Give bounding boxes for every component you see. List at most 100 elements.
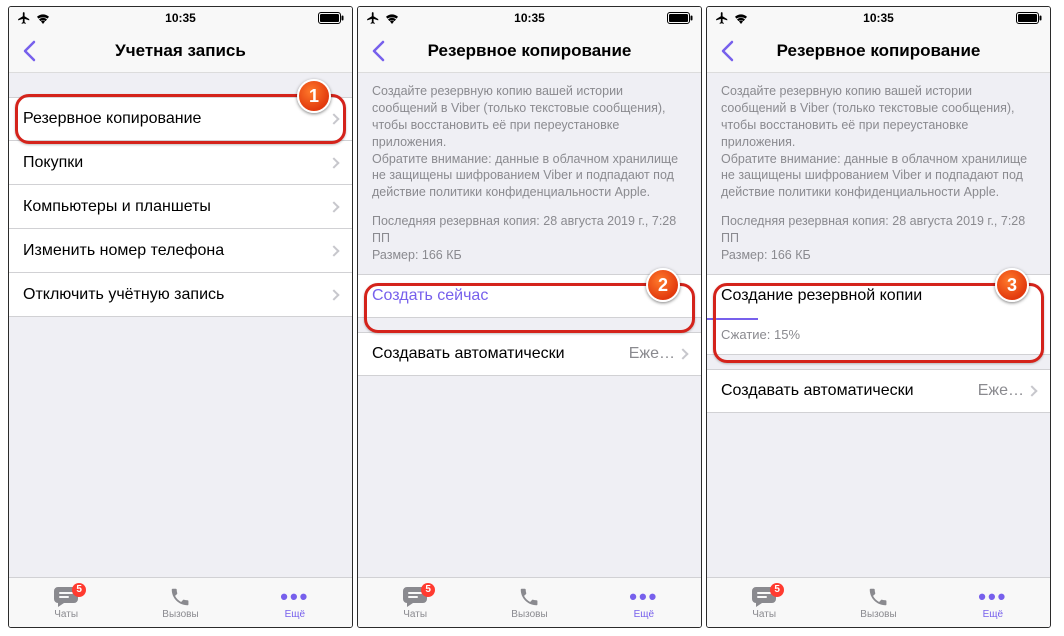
row-label: Отключить учётную запись: [23, 286, 330, 304]
chat-icon: 5: [52, 586, 80, 608]
chats-badge: 5: [421, 583, 435, 597]
tab-more[interactable]: ••• Ещё: [238, 578, 352, 627]
chevron-right-icon: [328, 289, 339, 300]
chats-badge: 5: [770, 583, 784, 597]
tab-more[interactable]: ••• Ещё: [587, 578, 701, 627]
tab-chats[interactable]: 5 Чаты: [358, 578, 472, 627]
row-label: Покупки: [23, 154, 330, 172]
tab-label: Вызовы: [511, 609, 547, 620]
tab-label: Вызовы: [162, 609, 198, 620]
more-icon: •••: [979, 586, 1007, 608]
tab-label: Ещё: [983, 609, 1003, 620]
back-button[interactable]: [707, 29, 747, 73]
last-backup-info: Последняя резервная копия: 28 августа 20…: [707, 205, 1050, 274]
airplane-icon: [17, 11, 31, 25]
chevron-right-icon: [328, 113, 339, 124]
row-backup[interactable]: Резервное копирование: [9, 97, 352, 141]
tab-bar: 5 Чаты Вызовы ••• Ещё: [358, 577, 701, 627]
airplane-icon: [715, 11, 729, 25]
status-bar: 10:35: [707, 7, 1050, 29]
page-title: Резервное копирование: [707, 41, 1050, 61]
status-bar: 10:35: [9, 7, 352, 29]
status-bar: 10:35: [358, 7, 701, 29]
backup-info-text: Создайте резервную копию вашей истории с…: [707, 73, 1050, 205]
row-creating-backup: Создание резервной копии: [707, 274, 1050, 318]
nav-header: Учетная запись: [9, 29, 352, 73]
last-backup-info: Последняя резервная копия: 28 августа 20…: [358, 205, 701, 274]
content-area: Резервное копирование Покупки Компьютеры…: [9, 73, 352, 577]
airplane-icon: [366, 11, 380, 25]
row-auto-backup[interactable]: Создавать автоматически Еже…: [707, 369, 1050, 413]
status-time: 10:35: [514, 11, 545, 25]
tab-bar: 5 Чаты Вызовы ••• Ещё: [707, 577, 1050, 627]
row-create-now[interactable]: Создать сейчас: [358, 274, 701, 318]
tab-label: Чаты: [752, 609, 776, 620]
phone-icon: [864, 586, 892, 608]
chat-icon: 5: [750, 586, 778, 608]
row-value: Еже…: [629, 345, 675, 363]
last-backup-line2: Размер: 166 КБ: [721, 247, 1036, 264]
chevron-right-icon: [328, 157, 339, 168]
content-area: Создайте резервную копию вашей истории с…: [358, 73, 701, 577]
wifi-icon: [733, 12, 749, 24]
battery-icon: [318, 12, 344, 24]
tab-chats[interactable]: 5 Чаты: [9, 578, 123, 627]
row-label: Создавать автоматически: [721, 382, 978, 400]
phone-icon: [515, 586, 543, 608]
progress-text: Сжатие: 15%: [721, 327, 800, 342]
battery-icon: [1016, 12, 1042, 24]
chevron-right-icon: [677, 348, 688, 359]
tab-label: Чаты: [403, 609, 427, 620]
row-label: Изменить номер телефона: [23, 242, 330, 260]
status-time: 10:35: [863, 11, 894, 25]
page-title: Учетная запись: [9, 41, 352, 61]
row-label: Резервное копирование: [23, 110, 330, 128]
more-icon: •••: [630, 586, 658, 608]
wifi-icon: [384, 12, 400, 24]
row-deactivate[interactable]: Отключить учётную запись: [9, 273, 352, 317]
chevron-right-icon: [328, 201, 339, 212]
status-time: 10:35: [165, 11, 196, 25]
page-title: Резервное копирование: [358, 41, 701, 61]
row-value: Еже…: [978, 382, 1024, 400]
row-label: Создавать автоматически: [372, 345, 629, 363]
chats-badge: 5: [72, 583, 86, 597]
wifi-icon: [35, 12, 51, 24]
chat-icon: 5: [401, 586, 429, 608]
row-label: Создание резервной копии: [721, 287, 1036, 305]
tab-label: Чаты: [54, 609, 78, 620]
tab-calls[interactable]: Вызовы: [472, 578, 586, 627]
progress-row: Сжатие: 15%: [707, 318, 1050, 355]
back-button[interactable]: [358, 29, 398, 73]
content-area: Создайте резервную копию вашей истории с…: [707, 73, 1050, 577]
row-change-number[interactable]: Изменить номер телефона: [9, 229, 352, 273]
tab-bar: 5 Чаты Вызовы ••• Ещё: [9, 577, 352, 627]
row-label: Создать сейчас: [372, 287, 687, 305]
tab-calls[interactable]: Вызовы: [123, 578, 237, 627]
row-label: Компьютеры и планшеты: [23, 198, 330, 216]
back-button[interactable]: [9, 29, 49, 73]
phone-screen-2: 10:35 Резервное копирование Создайте рез…: [357, 6, 702, 628]
backup-info-text: Создайте резервную копию вашей истории с…: [358, 73, 701, 205]
tab-label: Ещё: [285, 609, 305, 620]
tab-calls[interactable]: Вызовы: [821, 578, 935, 627]
battery-icon: [667, 12, 693, 24]
phone-screen-3: 10:35 Резервное копирование Создайте рез…: [706, 6, 1051, 628]
row-auto-backup[interactable]: Создавать автоматически Еже…: [358, 332, 701, 376]
last-backup-line1: Последняя резервная копия: 28 августа 20…: [372, 213, 687, 247]
row-devices[interactable]: Компьютеры и планшеты: [9, 185, 352, 229]
chevron-right-icon: [328, 245, 339, 256]
tab-chats[interactable]: 5 Чаты: [707, 578, 821, 627]
chevron-right-icon: [1026, 385, 1037, 396]
tab-more[interactable]: ••• Ещё: [936, 578, 1050, 627]
row-purchases[interactable]: Покупки: [9, 141, 352, 185]
nav-header: Резервное копирование: [707, 29, 1050, 73]
more-icon: •••: [281, 586, 309, 608]
tab-label: Ещё: [634, 609, 654, 620]
tab-label: Вызовы: [860, 609, 896, 620]
last-backup-line1: Последняя резервная копия: 28 августа 20…: [721, 213, 1036, 247]
phone-icon: [166, 586, 194, 608]
phone-screen-1: 10:35 Учетная запись Резервное копирован…: [8, 6, 353, 628]
last-backup-line2: Размер: 166 КБ: [372, 247, 687, 264]
progress-bar: [707, 318, 758, 320]
